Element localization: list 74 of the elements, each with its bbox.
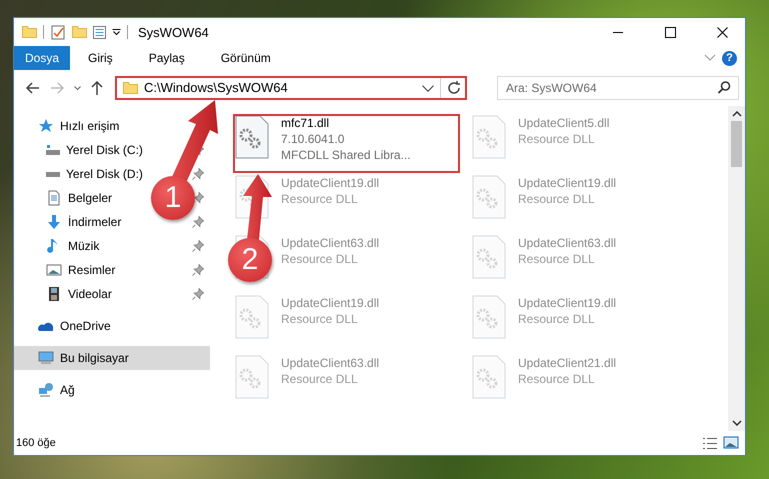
dll-file-icon xyxy=(472,175,506,219)
drive-icon xyxy=(46,145,60,155)
search-icon xyxy=(718,81,731,94)
file-description: Resource DLL xyxy=(518,251,595,267)
sidebar-item[interactable]: Bu bilgisayar xyxy=(14,346,210,370)
dll-file-icon xyxy=(235,115,269,159)
document-icon xyxy=(46,190,62,206)
file-description: MFCDLL Shared Libra... xyxy=(281,147,411,163)
scroll-up-icon[interactable] xyxy=(732,111,742,117)
file-version: 7.10.6041.0 xyxy=(281,131,344,147)
sidebar-item[interactable]: OneDrive xyxy=(14,314,117,338)
sidebar-item[interactable]: Hızlı erişim xyxy=(14,114,126,138)
dll-file-icon xyxy=(235,295,269,339)
dll-file-icon xyxy=(472,355,506,399)
folder-icon xyxy=(72,26,87,38)
up-button[interactable] xyxy=(89,79,105,97)
caret-icon[interactable] xyxy=(112,29,121,35)
file-name[interactable]: mfc71.dll xyxy=(281,115,330,131)
network-icon xyxy=(38,382,54,398)
folder-icon xyxy=(22,26,37,38)
back-arrow-icon xyxy=(26,82,40,94)
back-button[interactable] xyxy=(24,80,42,96)
scrollbar[interactable] xyxy=(728,106,745,431)
close-icon xyxy=(716,26,728,38)
caret-icon xyxy=(74,86,81,90)
help-button[interactable]: ? xyxy=(722,50,737,66)
sidebar-item[interactable]: İndirmeler xyxy=(68,215,122,229)
recent-dropdown-button[interactable] xyxy=(72,84,83,92)
checklist-icon xyxy=(50,24,66,40)
caret-icon[interactable] xyxy=(422,84,434,92)
sidebar-item[interactable]: Yerel Disk (D:) xyxy=(66,167,143,181)
sidebar-item[interactable]: Yerel Disk (C:) xyxy=(66,143,143,157)
file-description: Resource DLL xyxy=(281,371,358,387)
dll-file-icon xyxy=(472,115,506,159)
ribbon-tab[interactable]: Paylaş xyxy=(130,46,203,70)
window-title: SysWOW64 xyxy=(138,24,210,40)
scroll-down-icon[interactable] xyxy=(732,420,742,426)
star-icon xyxy=(38,118,54,134)
file-description: Resource DLL xyxy=(281,191,358,207)
download-arrow-icon xyxy=(46,214,62,230)
chevron-down-icon[interactable] xyxy=(704,54,716,62)
ribbon-tab[interactable]: Giriş xyxy=(70,46,131,70)
folder-icon xyxy=(123,82,138,94)
maximize-icon xyxy=(664,26,676,38)
dll-file-icon xyxy=(235,355,269,399)
file-description: Resource DLL xyxy=(518,131,595,147)
file-description: Resource DLL xyxy=(518,311,595,327)
item-count: 160 öğe xyxy=(16,437,57,449)
properties-icon xyxy=(93,26,106,38)
ribbon-tab[interactable]: Görünüm xyxy=(202,46,289,70)
large-icons-view-icon[interactable] xyxy=(723,436,739,450)
file-description: Resource DLL xyxy=(518,191,595,207)
search-field[interactable]: Ara: SysWOW64 xyxy=(497,76,739,100)
details-view-icon[interactable] xyxy=(703,438,717,448)
sidebar-item[interactable]: Resimler xyxy=(68,263,116,277)
file-description: Resource DLL xyxy=(281,311,358,327)
forward-arrow-icon xyxy=(50,82,64,94)
scroll-thumb[interactable] xyxy=(731,121,742,167)
sidebar-item[interactable]: Ağ xyxy=(14,378,81,402)
picture-icon xyxy=(46,262,62,278)
dll-file-icon xyxy=(472,295,506,339)
sidebar-item[interactable]: Belgeler xyxy=(68,191,112,205)
computer-icon xyxy=(38,350,54,366)
sidebar-item[interactable]: Videolar xyxy=(68,287,112,301)
refresh-icon[interactable] xyxy=(447,81,461,95)
dll-file-icon xyxy=(472,235,506,279)
ribbon-tab[interactable]: Dosya xyxy=(14,46,70,70)
address-field[interactable]: C:\Windows\SysWOW64 xyxy=(115,76,467,100)
film-icon xyxy=(46,286,62,302)
file-description: Resource DLL xyxy=(518,371,595,387)
file-description: Resource DLL xyxy=(281,251,358,267)
up-arrow-icon xyxy=(91,81,103,95)
sidebar-item[interactable]: Müzik xyxy=(68,239,100,253)
drive-icon xyxy=(46,172,60,176)
